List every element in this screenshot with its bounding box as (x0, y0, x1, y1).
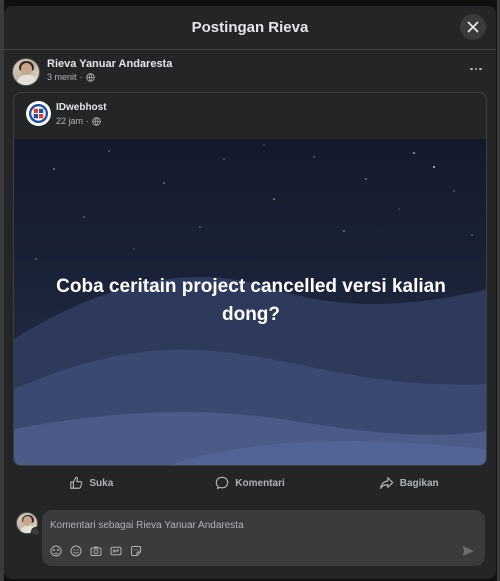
page-logo[interactable] (26, 101, 51, 126)
modal-title: Postingan Rieva (191, 19, 309, 36)
like-button[interactable]: Suka (12, 468, 171, 498)
shared-post-header: IDwebhost 22 jam · (14, 93, 486, 137)
comment-composer (12, 504, 488, 574)
globe-icon (85, 72, 95, 82)
meta-separator: · (86, 116, 90, 126)
post-actions-bar: Suka Komentari Bagikan (12, 468, 488, 498)
page-name[interactable]: IDwebhost (56, 102, 107, 113)
current-user-avatar[interactable] (16, 512, 40, 536)
post-modal: Postingan Rieva Rieva Yanuar Andaresta 3… (4, 6, 496, 579)
dot-icon (470, 67, 473, 71)
shared-post-time[interactable]: 22 jam (56, 116, 83, 126)
post-meta: 3 menit · (47, 72, 95, 82)
shared-post-meta: 22 jam · (56, 116, 101, 126)
thumbs-up-icon (70, 476, 83, 489)
share-label: Bagikan (399, 477, 439, 489)
avatar-sticker-button[interactable] (50, 545, 62, 557)
send-comment-button[interactable] (461, 544, 475, 558)
like-label: Suka (89, 477, 114, 489)
close-button[interactable] (460, 14, 486, 40)
share-button[interactable]: Bagikan (329, 468, 488, 498)
comment-input[interactable] (50, 516, 470, 534)
dot-icon (479, 67, 482, 71)
comment-bubble-icon (216, 476, 229, 490)
close-icon (467, 21, 479, 33)
chevron-down-icon[interactable] (31, 527, 40, 536)
gif-icon (110, 546, 122, 556)
post-headline: Coba ceritain project cancelled versi ka… (56, 276, 446, 325)
dot-icon (474, 67, 478, 71)
author-name[interactable]: Rieva Yanuar Andaresta (47, 58, 172, 70)
sticker-button[interactable] (130, 545, 142, 557)
avatar-sticker-icon (50, 545, 62, 557)
modal-header: Postingan Rieva (4, 6, 496, 50)
emoji-button[interactable] (70, 545, 82, 557)
emoji-icon (70, 545, 82, 557)
comment-box (42, 510, 485, 566)
comment-label: Komentari (235, 477, 285, 489)
post-time[interactable]: 3 menit (47, 72, 77, 82)
gif-button[interactable] (110, 545, 122, 557)
meta-separator: · (79, 72, 83, 82)
share-arrow-icon (379, 477, 393, 489)
comment-button[interactable]: Komentari (171, 468, 330, 498)
send-icon (462, 546, 474, 556)
author-avatar[interactable] (12, 58, 40, 86)
comment-tools (50, 545, 142, 557)
idwebhost-logo-icon (28, 103, 49, 124)
post-header: Rieva Yanuar Andaresta 3 menit · (12, 56, 488, 92)
camera-button[interactable] (90, 545, 102, 557)
sticker-icon (131, 546, 141, 556)
more-options-button[interactable] (466, 62, 486, 76)
camera-icon (90, 546, 102, 556)
post-image[interactable]: Coba ceritain project cancelled versi ka… (14, 139, 486, 465)
shared-post-card[interactable]: IDwebhost 22 jam · Coba ceritain project… (13, 92, 487, 466)
globe-icon (92, 116, 101, 126)
